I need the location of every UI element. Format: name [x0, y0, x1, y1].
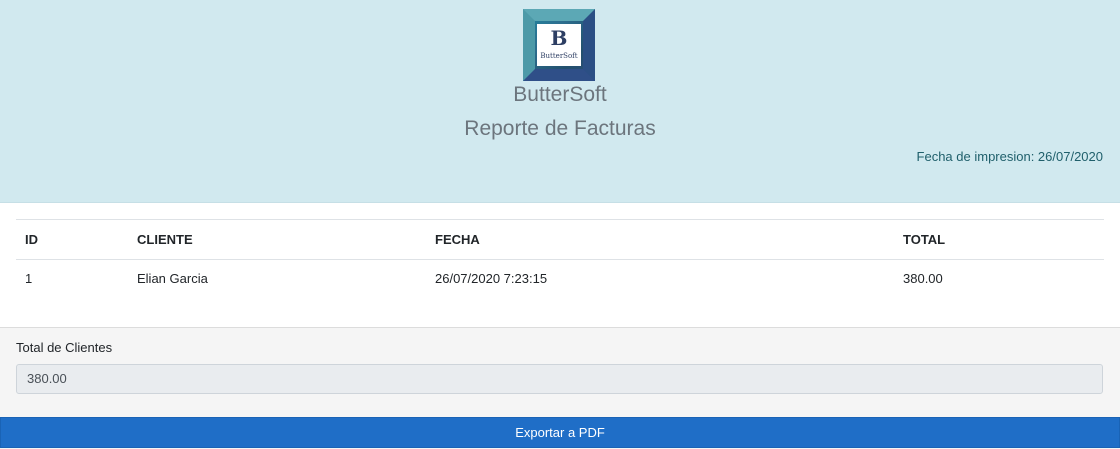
column-header-total: TOTAL: [894, 219, 1104, 260]
total-clients-field[interactable]: 380.00: [16, 364, 1103, 394]
report-header: B ButterSoft ButterSoft Reporte de Factu…: [0, 0, 1120, 203]
table-body: 1 Elian Garcia 26/07/2020 7:23:15 380.00: [16, 260, 1104, 298]
cell-total: 380.00: [903, 271, 943, 286]
invoice-table-container: ID CLIENTE FECHA TOTAL 1 Elian Garcia 26…: [16, 219, 1104, 297]
column-header-cliente: CLIENTE: [128, 219, 426, 260]
logo-badge: B ButterSoft: [537, 24, 581, 66]
company-logo: B ButterSoft: [523, 9, 595, 81]
table-header: ID CLIENTE FECHA TOTAL: [16, 219, 1104, 260]
table-header-row: ID CLIENTE FECHA TOTAL: [16, 219, 1104, 260]
column-header-id: ID: [16, 219, 128, 260]
cell-id: 1: [25, 271, 33, 286]
logo-wordmark: ButterSoft: [540, 52, 578, 60]
report-footer: Total de Clientes 380.00 Exportar a PDF: [0, 327, 1120, 449]
export-pdf-button[interactable]: Exportar a PDF: [0, 417, 1120, 448]
print-date: Fecha de impresion: 26/07/2020: [916, 149, 1103, 164]
table-row: 1 Elian Garcia 26/07/2020 7:23:15 380.00: [16, 260, 1104, 298]
report-title: Reporte de Facturas: [464, 117, 656, 140]
company-name: ButterSoft: [513, 83, 607, 106]
cell-cliente: Elian Garcia: [137, 271, 208, 286]
invoice-table: ID CLIENTE FECHA TOTAL 1 Elian Garcia 26…: [16, 219, 1104, 297]
logo-letter: B: [550, 26, 568, 50]
total-clients-label: Total de Clientes: [16, 340, 113, 355]
column-header-fecha: FECHA: [426, 219, 894, 260]
cell-fecha: 26/07/2020 7:23:15: [435, 271, 548, 286]
